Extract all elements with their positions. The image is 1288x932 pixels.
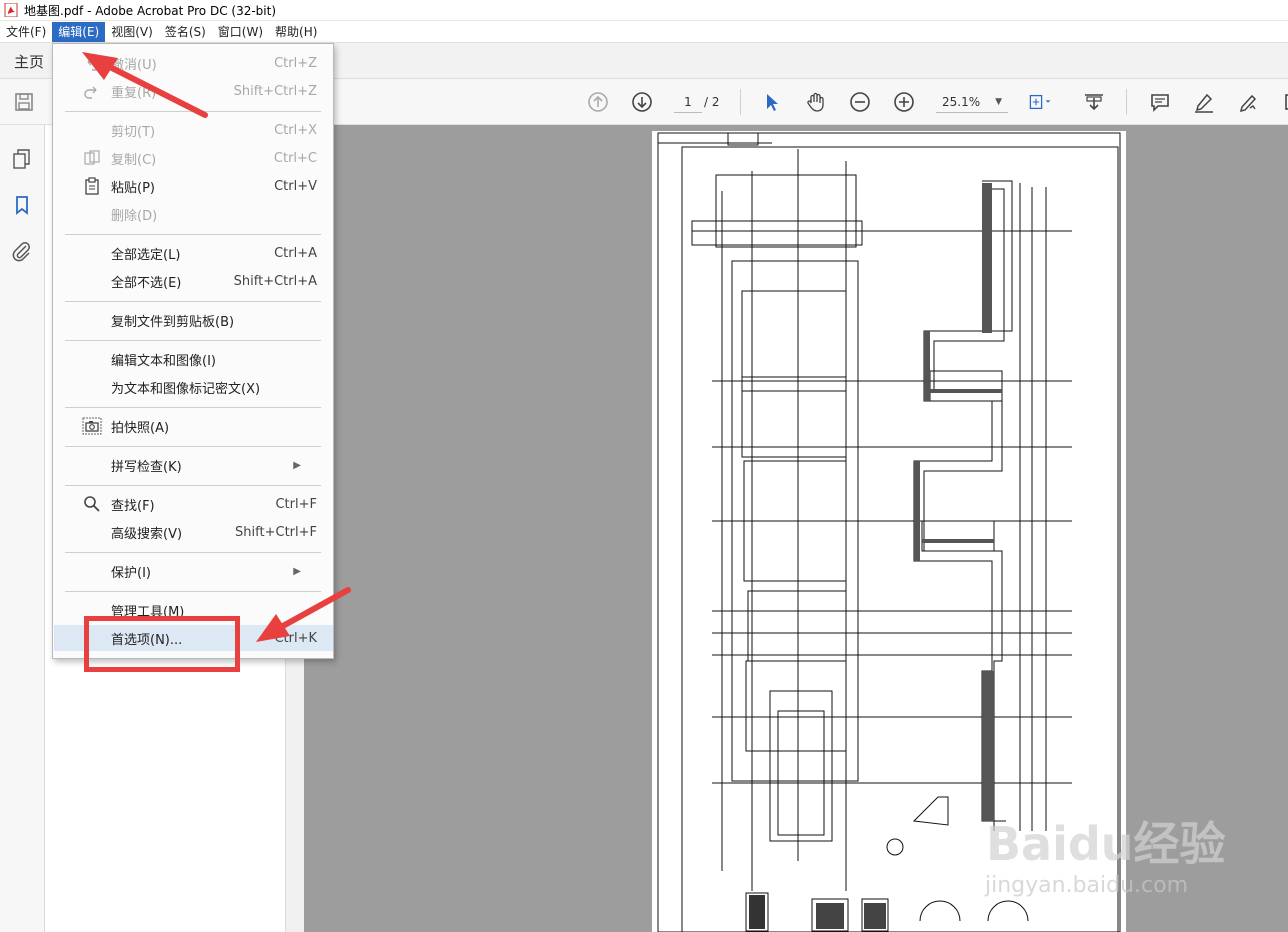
watermark-url: jingyan.baidu.com [985,873,1189,898]
red-arrow-icon [256,587,351,642]
red-arrow-icon [82,52,208,118]
arrow-annotations [82,52,351,642]
watermark-logo: Baidu经验 [986,817,1226,871]
